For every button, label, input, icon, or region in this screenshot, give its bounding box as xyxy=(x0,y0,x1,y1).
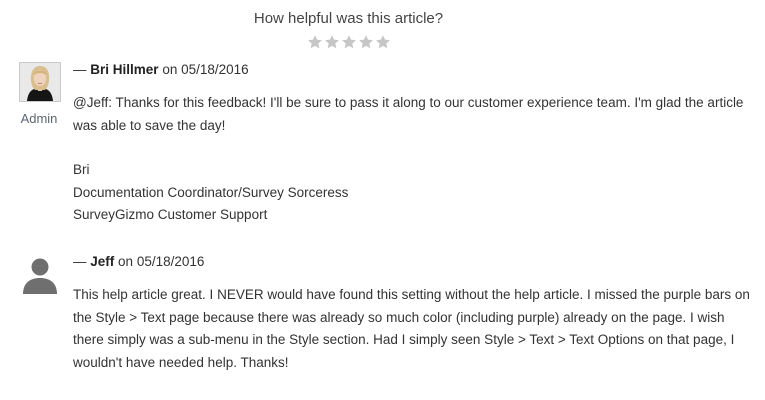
signature-line: Documentation Coordinator/Survey Sorcere… xyxy=(73,184,349,200)
rating-title: How helpful was this article? xyxy=(253,10,444,27)
byline-dash: — xyxy=(73,254,87,269)
comment-date: 05/18/2016 xyxy=(181,62,249,77)
signature-line: Bri xyxy=(73,162,90,177)
comment-content: — Jeff on 05/18/2016 This help article g… xyxy=(73,254,753,374)
star-rating-widget[interactable] xyxy=(0,34,697,50)
comment-body: @Jeff: Thanks for this feedback! I'll be… xyxy=(73,95,744,133)
star-2-icon[interactable] xyxy=(324,34,340,50)
comment-author: Bri Hillmer xyxy=(90,62,159,77)
byline-dash: — xyxy=(73,62,87,77)
signature-line: SurveyGizmo Customer Support xyxy=(73,207,268,222)
comment-byline: — Bri Hillmer on 05/18/2016 xyxy=(73,62,753,78)
star-5-icon[interactable] xyxy=(375,34,391,50)
comment-signature: Bri Documentation Coordinator/Survey Sor… xyxy=(73,159,753,227)
byline-on: on xyxy=(162,62,178,77)
byline-on: on xyxy=(118,254,134,269)
comment-author: Jeff xyxy=(90,254,115,269)
comment-content: — Bri Hillmer on 05/18/2016 @Jeff: Thank… xyxy=(73,62,753,227)
star-4-icon[interactable] xyxy=(358,34,374,50)
admin-role-label: Admin xyxy=(20,111,58,126)
article-feedback-section: How helpful was this article? Admin — Br… xyxy=(0,0,765,400)
comment-avatar-column xyxy=(19,254,61,294)
avatar-photo xyxy=(19,62,61,102)
comment-body: This help article great. I NEVER would h… xyxy=(73,287,750,370)
star-3-icon[interactable] xyxy=(341,34,357,50)
comment-date: 05/18/2016 xyxy=(136,254,205,269)
user-silhouette-icon xyxy=(19,254,61,294)
comment-avatar-column: Admin xyxy=(19,62,61,126)
comment-byline: — Jeff on 05/18/2016 xyxy=(73,254,753,270)
star-1-icon[interactable] xyxy=(307,34,323,50)
article-rating: How helpful was this article? xyxy=(0,9,697,50)
